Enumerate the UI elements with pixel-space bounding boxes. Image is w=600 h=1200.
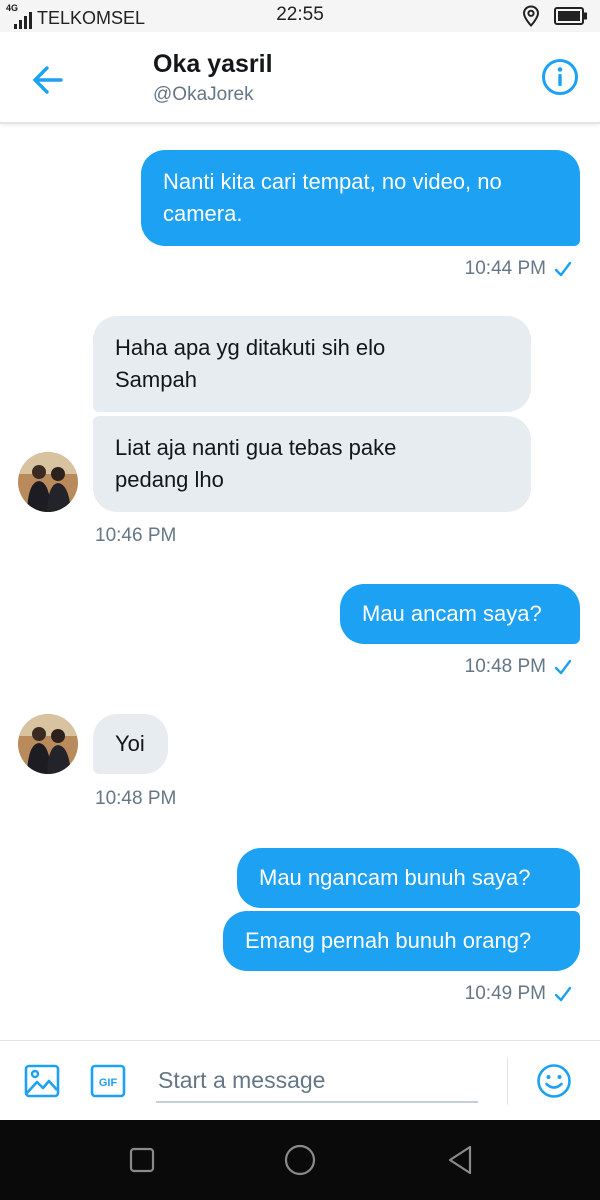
message-text: Haha apa yg ditakuti sih elo Sampah — [115, 335, 386, 392]
message-text: Yoi — [115, 731, 145, 756]
message-bubble[interactable]: Liat aja nanti gua tebas pake pedang lho — [93, 416, 531, 512]
battery-icon — [554, 7, 587, 25]
message-timestamp: 10:46 PM — [95, 525, 177, 546]
status-bar: 4G TELKOMSEL 22:55 — [0, 0, 600, 32]
compose-divider — [507, 1057, 508, 1105]
contact-handle[interactable]: @OkaJorek — [153, 84, 254, 106]
square-icon — [129, 1147, 155, 1173]
add-gif-button[interactable]: GIF — [90, 1063, 126, 1099]
message-bubble[interactable]: Nanti kita cari tempat, no video, no cam… — [141, 150, 580, 246]
avatar[interactable] — [18, 714, 78, 774]
gif-icon: GIF — [90, 1064, 126, 1098]
contact-name[interactable]: Oka yasril — [153, 50, 273, 79]
info-icon — [542, 59, 578, 95]
arrow-left-icon — [33, 66, 63, 94]
message-bubble[interactable]: Mau ngancam bunuh saya? — [237, 848, 580, 908]
message-text: Liat aja nanti gua tebas pake pedang lho — [115, 435, 397, 492]
message-bubble[interactable]: Haha apa yg ditakuti sih elo Sampah — [93, 316, 531, 412]
status-right — [522, 5, 588, 27]
location-icon — [522, 5, 540, 27]
emoji-button[interactable] — [536, 1063, 572, 1099]
message-text: Nanti kita cari tempat, no video, no cam… — [163, 169, 502, 226]
check-icon — [554, 659, 572, 675]
triangle-back-icon — [448, 1145, 472, 1175]
message-bubble[interactable]: Mau ancam saya? — [340, 584, 580, 644]
check-icon — [554, 986, 572, 1002]
add-photo-button[interactable] — [24, 1063, 60, 1099]
message-timestamp: 10:44 PM — [465, 258, 572, 280]
message-timestamp: 10:48 PM — [465, 656, 572, 678]
message-timestamp: 10:49 PM — [465, 983, 572, 1005]
emoji-icon — [537, 1064, 571, 1098]
back-button[interactable] — [28, 60, 68, 100]
system-nav-bar — [0, 1120, 600, 1200]
message-bubble[interactable]: Emang pernah bunuh orang? — [223, 911, 580, 971]
message-input[interactable] — [156, 1059, 478, 1103]
back-nav-button[interactable] — [440, 1142, 480, 1178]
avatar[interactable] — [18, 452, 78, 512]
home-button[interactable] — [280, 1142, 320, 1178]
message-text: Emang pernah bunuh orang? — [245, 928, 532, 953]
message-bubble[interactable]: Yoi — [93, 714, 168, 774]
gif-label: GIF — [99, 1077, 118, 1089]
message-text: Mau ngancam bunuh saya? — [259, 865, 531, 890]
circle-icon — [284, 1144, 316, 1176]
message-text: Mau ancam saya? — [362, 601, 542, 626]
compose-bar: GIF — [0, 1040, 600, 1120]
message-timestamp: 10:48 PM — [95, 788, 177, 809]
image-icon — [24, 1064, 60, 1098]
status-time: 22:55 — [276, 4, 324, 25]
conversation-header: Oka yasril @OkaJorek — [0, 32, 600, 124]
check-icon — [554, 261, 572, 277]
info-button[interactable] — [540, 57, 580, 97]
recents-button[interactable] — [122, 1142, 162, 1178]
